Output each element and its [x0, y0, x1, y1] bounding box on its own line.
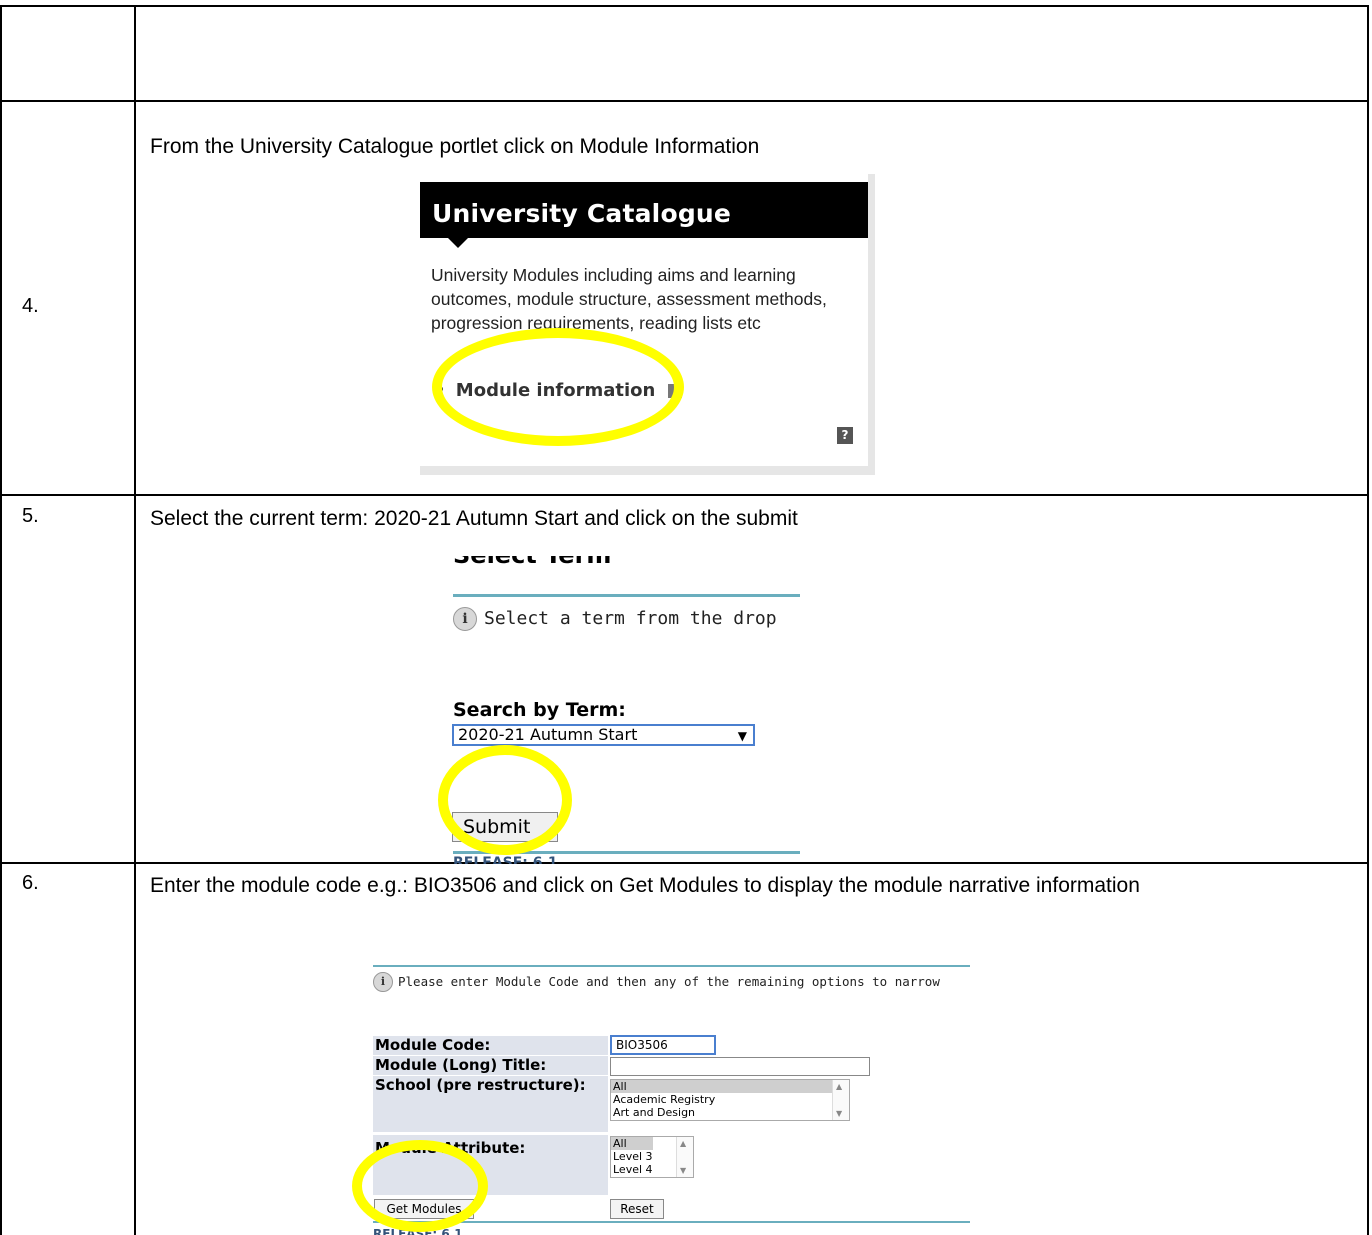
table-border-left [0, 5, 2, 1235]
school-listbox[interactable]: All Academic Registry Art and Design ▲ ▼ [610, 1079, 850, 1121]
school-option[interactable]: All [611, 1080, 849, 1093]
external-link-icon [667, 384, 682, 398]
school-option[interactable]: Art and Design [611, 1106, 849, 1119]
bullet: • [434, 380, 446, 401]
step-number: 6. [22, 872, 39, 894]
scroll-down-icon[interactable]: ▼ [680, 1166, 686, 1175]
release-label: RELEASE: 6.1 [453, 855, 558, 864]
module-attribute-label: Module Attribute: [373, 1135, 608, 1195]
step-number: 5. [22, 505, 39, 527]
table-border-top [0, 5, 1369, 7]
term-select-value: 2020-21 Autumn Start [458, 725, 638, 744]
table-border-right [1367, 5, 1369, 1235]
dropdown-arrow-icon: ▼ [737, 729, 747, 743]
help-icon[interactable]: ? [837, 427, 853, 444]
school-scrollbar[interactable]: ▲ ▼ [832, 1080, 849, 1120]
attribute-option[interactable]: All [611, 1137, 653, 1150]
module-information-link[interactable]: • Module information [434, 380, 682, 401]
school-option[interactable]: Academic Registry [611, 1093, 849, 1106]
release-label: RELEASE: 6.1 [373, 1227, 463, 1235]
search-by-term-label: Search by Term: [453, 699, 626, 721]
step-instruction: From the University Catalogue portlet cl… [150, 135, 760, 158]
module-information-label: Module information [455, 380, 656, 401]
scroll-up-icon[interactable]: ▲ [680, 1139, 686, 1148]
select-term-heading: Select Term [453, 556, 653, 568]
portlet-header: University Catalogue [420, 182, 868, 238]
footer-rule [453, 851, 800, 854]
header-pointer [448, 238, 468, 248]
form-info-text: Please enter Module Code and then any of… [398, 974, 940, 989]
info-text: Select a term from the drop [484, 608, 777, 629]
info-icon: i [373, 972, 393, 992]
column-divider [134, 5, 136, 1235]
info-icon: i [453, 607, 477, 631]
scroll-down-icon[interactable]: ▼ [836, 1109, 842, 1118]
attribute-scrollbar[interactable]: ▲ ▼ [676, 1137, 693, 1177]
portlet-description: University Modules including aims and le… [431, 265, 827, 333]
portlet-title: University Catalogue [432, 199, 732, 228]
row-divider-2 [0, 494, 1369, 496]
term-select[interactable]: 2020-21 Autumn Start ▼ [452, 724, 755, 746]
module-code-input[interactable]: BIO3506 [610, 1035, 716, 1055]
attribute-listbox[interactable]: All Level 3 Level 4 ▲ ▼ [610, 1136, 694, 1178]
submit-button[interactable]: Submit [452, 812, 558, 842]
module-long-title-input[interactable] [610, 1057, 870, 1076]
portlet-panel: University Catalogue University Modules … [420, 174, 868, 466]
reset-button[interactable]: Reset [610, 1199, 664, 1219]
step-instruction: Enter the module code e.g.: BIO3506 and … [150, 874, 1140, 897]
row-divider-3 [0, 862, 1369, 864]
module-code-label: Module Code: [373, 1036, 608, 1055]
portlet-screenshot: University Catalogue University Modules … [420, 174, 875, 475]
form-top-rule [373, 965, 970, 967]
scroll-up-icon[interactable]: ▲ [836, 1082, 842, 1091]
step-instruction: Select the current term: 2020-21 Autumn … [150, 507, 798, 530]
step-number: 4. [22, 295, 39, 317]
get-modules-button[interactable]: Get Modules [374, 1199, 474, 1219]
heading-rule [453, 594, 800, 597]
row-divider-1 [0, 100, 1369, 102]
module-long-title-label: Module (Long) Title: [373, 1056, 608, 1075]
form-bottom-rule [373, 1221, 970, 1223]
school-label: School (pre restructure): [373, 1076, 608, 1132]
